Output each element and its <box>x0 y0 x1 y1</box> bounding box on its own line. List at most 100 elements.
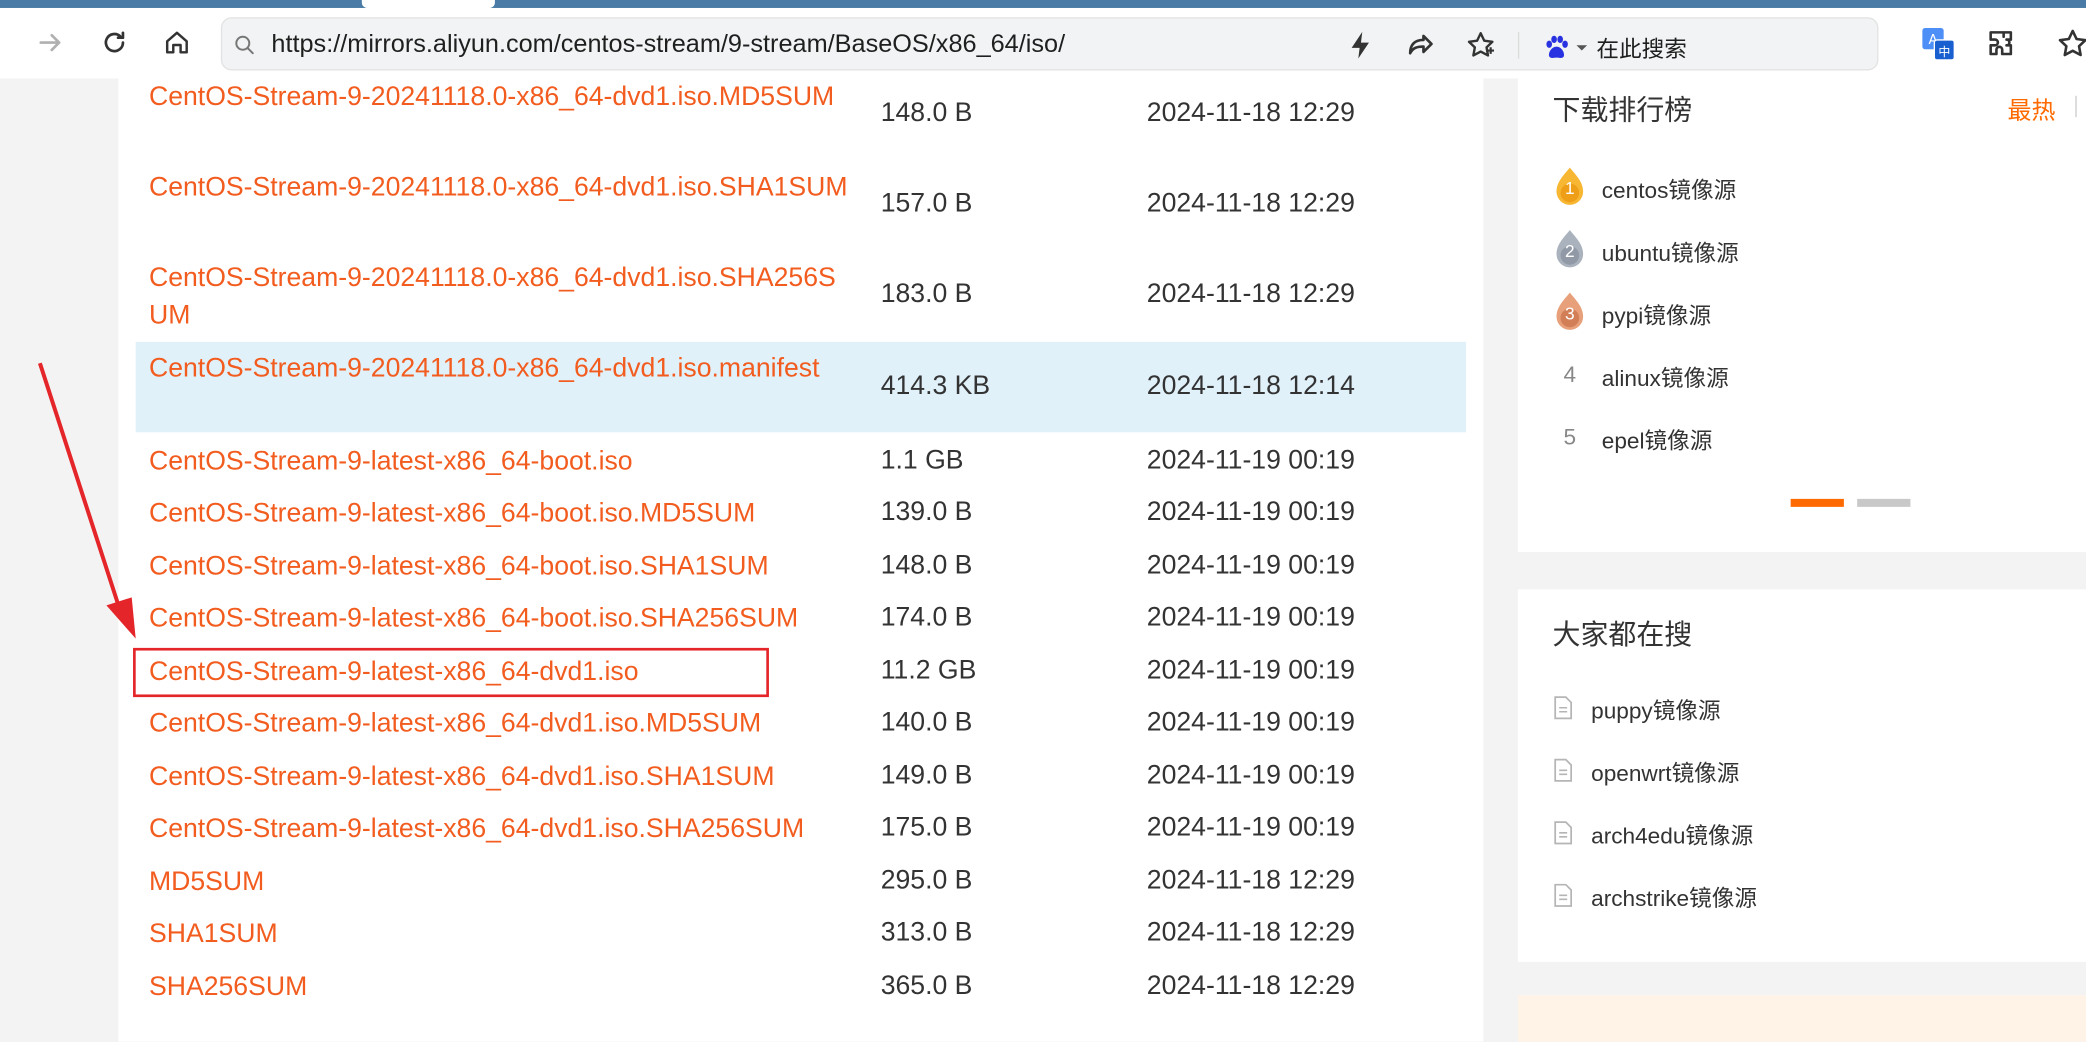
ranking-item-label[interactable]: epel镜像源 <box>1602 421 1713 454</box>
extensions-icon[interactable] <box>1985 27 2020 62</box>
ranking-item[interactable]: 2 ubuntu镜像源 <box>1553 229 1739 272</box>
file-size: 157.0 B <box>880 188 973 219</box>
carousel-dot[interactable] <box>1857 498 1911 507</box>
promo-banner <box>1517 995 2086 1042</box>
file-size: 313.0 B <box>880 917 973 948</box>
active-tab[interactable] <box>361 0 495 8</box>
carousel-dot-active[interactable] <box>1790 498 1844 507</box>
home-button[interactable] <box>153 19 201 67</box>
file-row[interactable]: CentOS-Stream-9-20241118.0-x86_64-dvd1.i… <box>136 169 1466 241</box>
ranking-item-label[interactable]: alinux镜像源 <box>1602 359 1729 392</box>
file-size: 148.0 B <box>880 98 973 128</box>
popular-search-item[interactable]: arch4edu镜像源 <box>1553 814 1753 851</box>
rank-medal-icon: 2 <box>1553 229 1588 272</box>
forward-button[interactable] <box>27 19 75 67</box>
search-icon <box>235 35 254 55</box>
file-row[interactable]: CentOS-Stream-9-20241118.0-x86_64-dvd1.i… <box>136 259 1466 331</box>
popular-title: 大家都在搜 <box>1552 619 1693 651</box>
ranking-item-label[interactable]: ubuntu镜像源 <box>1602 233 1739 266</box>
file-row[interactable]: MD5SUM 295.0 B 2024-11-18 12:29 <box>136 863 1466 898</box>
file-name-link[interactable]: CentOS-Stream-9-latest-x86_64-dvd1.iso.S… <box>149 810 854 847</box>
share-icon[interactable] <box>1405 29 1437 61</box>
svg-text:中: 中 <box>1938 44 1950 59</box>
address-divider <box>1517 31 1520 59</box>
file-name-link[interactable]: CentOS-Stream-9-latest-x86_64-boot.iso.M… <box>149 495 854 532</box>
popular-search-label[interactable]: arch4edu镜像源 <box>1591 816 1753 849</box>
file-size: 11.2 GB <box>880 655 977 686</box>
file-size: 148.0 B <box>880 550 973 581</box>
file-size: 1.1 GB <box>880 445 964 475</box>
rank-number: 5 <box>1563 424 1577 450</box>
ranking-hot-tab[interactable]: 最热 <box>2008 92 2056 127</box>
file-row[interactable]: CentOS-Stream-9-20241118.0-x86_64-dvd1.i… <box>135 341 1467 433</box>
file-date: 2024-11-18 12:29 <box>1146 98 1355 128</box>
file-size: 149.0 B <box>880 760 973 791</box>
download-ranking-panel: 下载排行榜 最热 1 centos镜像源 2 ubuntu镜像源 3 pypi镜像源 4 al… <box>1517 78 2086 553</box>
file-name-link[interactable]: CentOS-Stream-9-20241118.0-x86_64-dvd1.i… <box>149 350 854 387</box>
reload-button[interactable] <box>90 19 138 67</box>
popular-search-label[interactable]: archstrike镜像源 <box>1591 879 1757 912</box>
file-row[interactable]: CentOS-Stream-9-latest-x86_64-dvd1.iso.S… <box>136 758 1466 793</box>
tab-strip <box>0 0 2086 8</box>
translate-icon[interactable]: A中 <box>1921 27 1956 62</box>
file-name-link[interactable]: CentOS-Stream-9-latest-x86_64-boot.iso.S… <box>149 600 854 637</box>
search-engine-label[interactable]: 在此搜索 <box>1596 31 1686 64</box>
file-row[interactable]: CentOS-Stream-9-20241118.0-x86_64-dvd1.i… <box>136 78 1466 150</box>
file-size: 414.3 KB <box>880 371 991 401</box>
popular-search-label[interactable]: openwrt镜像源 <box>1591 754 1739 787</box>
popular-search-panel: 大家都在搜 puppy镜像源 openwrt镜像源 arch4edu镜像源 archs… <box>1517 589 2086 962</box>
file-name-link[interactable]: CentOS-Stream-9-latest-x86_64-boot.iso <box>149 443 854 480</box>
lightning-icon[interactable] <box>1345 29 1377 61</box>
file-date: 2024-11-19 00:19 <box>1146 602 1355 632</box>
file-row[interactable]: CentOS-Stream-9-latest-x86_64-boot.iso.S… <box>136 600 1466 635</box>
popular-search-item[interactable]: openwrt镜像源 <box>1553 752 1739 789</box>
ranking-item-label[interactable]: centos镜像源 <box>1602 171 1736 204</box>
document-icon <box>1554 696 1573 720</box>
ranking-item[interactable]: 3 pypi镜像源 <box>1553 291 1711 334</box>
ranking-item[interactable]: 5 epel镜像源 <box>1553 416 1713 459</box>
page: https://mirrors.aliyun.com/centos-stream… <box>0 0 2086 1042</box>
home-icon <box>165 31 188 54</box>
popular-search-label[interactable]: puppy镜像源 <box>1591 691 1720 724</box>
file-name-link[interactable]: SHA1SUM <box>149 915 854 952</box>
file-name-link[interactable]: CentOS-Stream-9-latest-x86_64-dvd1.iso.S… <box>149 758 854 795</box>
file-row[interactable]: CentOS-Stream-9-latest-x86_64-boot.iso.M… <box>136 495 1466 530</box>
popular-search-item[interactable]: archstrike镜像源 <box>1553 877 1757 914</box>
file-size: 139.0 B <box>880 497 973 527</box>
file-name-link[interactable]: CentOS-Stream-9-20241118.0-x86_64-dvd1.i… <box>149 259 854 334</box>
file-name-link[interactable]: CentOS-Stream-9-latest-x86_64-boot.iso.S… <box>149 548 854 585</box>
file-row[interactable]: CentOS-Stream-9-latest-x86_64-boot.iso.S… <box>136 548 1466 583</box>
file-size: 365.0 B <box>880 971 973 1001</box>
file-name-link[interactable]: CentOS-Stream-9-20241118.0-x86_64-dvd1.i… <box>149 78 854 115</box>
address-bar[interactable]: https://mirrors.aliyun.com/centos-stream… <box>220 17 1879 71</box>
file-size: 183.0 B <box>880 279 973 309</box>
ranking-item[interactable]: 1 centos镜像源 <box>1553 166 1736 209</box>
ranking-item-label[interactable]: pypi镜像源 <box>1602 296 1711 329</box>
file-name-link[interactable]: SHA256SUM <box>149 969 854 1006</box>
file-row[interactable]: SHA256SUM 365.0 B 2024-11-18 12:29 <box>136 969 1466 1004</box>
file-date: 2024-11-19 00:19 <box>1146 497 1355 527</box>
file-size: 140.0 B <box>880 707 973 738</box>
file-name-link[interactable]: CentOS-Stream-9-20241118.0-x86_64-dvd1.i… <box>149 169 854 206</box>
popular-search-item[interactable]: puppy镜像源 <box>1553 689 1721 726</box>
document-icon <box>1554 758 1573 782</box>
file-name-link[interactable]: CentOS-Stream-9-latest-x86_64-dvd1.iso.M… <box>149 705 854 742</box>
rank-medal-icon: 3 <box>1553 291 1588 334</box>
ranking-item[interactable]: 4 alinux镜像源 <box>1553 354 1729 397</box>
file-size: 175.0 B <box>880 812 973 843</box>
file-row[interactable]: CentOS-Stream-9-latest-x86_64-boot.iso 1.… <box>136 443 1466 478</box>
file-row[interactable]: CentOS-Stream-9-latest-x86_64-dvd1.iso.S… <box>136 810 1466 845</box>
file-listing: CentOS-Stream-9-20241118.0-x86_64-dvd1.i… <box>118 78 1484 1042</box>
file-row[interactable]: CentOS-Stream-9-latest-x86_64-dvd1.iso.M… <box>136 705 1466 740</box>
file-date: 2024-11-18 12:29 <box>1146 971 1355 1001</box>
star-icon[interactable] <box>1465 29 1497 61</box>
search-engine-selector[interactable]: 在此搜索 <box>1542 31 1687 64</box>
file-date: 2024-11-19 00:19 <box>1146 655 1355 686</box>
file-name-link[interactable]: MD5SUM <box>149 863 854 900</box>
forward-icon <box>39 33 61 52</box>
file-size: 174.0 B <box>880 602 973 632</box>
url-text[interactable]: https://mirrors.aliyun.com/centos-stream… <box>271 31 1065 60</box>
favorites-icon[interactable] <box>2055 27 2086 62</box>
file-date: 2024-11-18 12:29 <box>1146 279 1355 309</box>
file-row[interactable]: SHA1SUM 313.0 B 2024-11-18 12:29 <box>136 915 1466 950</box>
